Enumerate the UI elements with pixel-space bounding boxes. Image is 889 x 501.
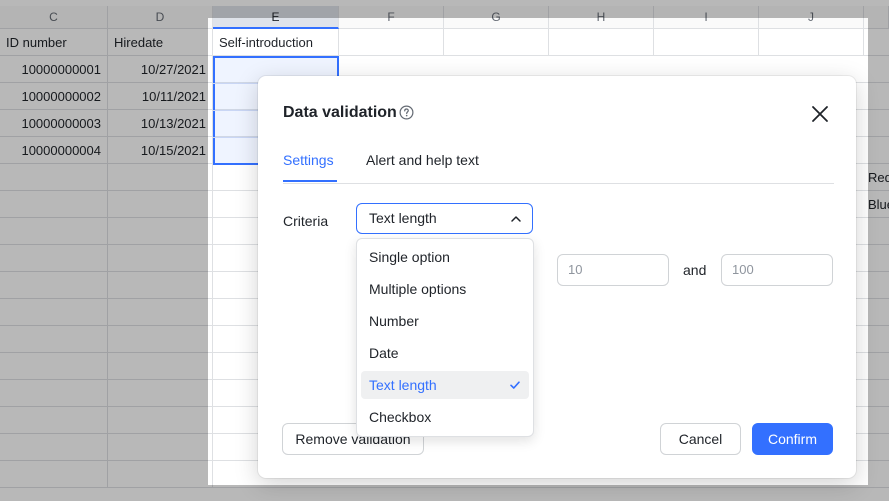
check-icon — [510, 381, 520, 389]
modal-backdrop — [208, 485, 868, 501]
cancel-button[interactable]: Cancel — [660, 423, 741, 455]
cell[interactable] — [654, 29, 759, 56]
menu-item-multiple-options[interactable]: Multiple options — [361, 275, 529, 303]
cell[interactable] — [339, 29, 444, 56]
modal-backdrop — [868, 0, 889, 501]
tab-alert-help-text[interactable]: Alert and help text — [366, 152, 479, 168]
close-icon[interactable] — [808, 102, 832, 126]
help-circle-icon[interactable] — [399, 105, 414, 120]
menu-item-single-option[interactable]: Single option — [361, 243, 529, 271]
menu-item-text-length[interactable]: Text length — [361, 371, 529, 399]
menu-item-number[interactable]: Number — [361, 307, 529, 335]
modal-backdrop — [208, 0, 868, 18]
max-length-input[interactable]: 100 — [721, 254, 833, 286]
chevron-up-icon — [511, 216, 521, 222]
dialog-tabs: Settings Alert and help text — [283, 146, 834, 184]
confirm-button[interactable]: Confirm — [752, 423, 833, 455]
criteria-select[interactable]: Text length — [356, 203, 533, 234]
menu-item-checkbox[interactable]: Checkbox — [361, 403, 529, 431]
criteria-dropdown-menu: Single option Multiple options Number Da… — [356, 238, 534, 437]
menu-item-label: Text length — [369, 377, 437, 393]
active-tab-indicator — [283, 180, 337, 182]
tab-settings[interactable]: Settings — [283, 152, 334, 168]
cell-self-intro-header[interactable]: Self-introduction — [213, 29, 339, 56]
criteria-select-value: Text length — [369, 210, 437, 226]
cell[interactable] — [549, 29, 654, 56]
criteria-label: Criteria — [283, 213, 329, 229]
cell[interactable] — [759, 29, 864, 56]
menu-item-date[interactable]: Date — [361, 339, 529, 367]
cell[interactable] — [444, 29, 549, 56]
min-length-input[interactable]: 10 — [557, 254, 669, 286]
range-and-label: and — [683, 262, 707, 278]
modal-backdrop — [0, 0, 208, 501]
dialog-title: Data validation — [283, 104, 397, 121]
data-validation-dialog: Data validation Settings Alert and help … — [258, 76, 856, 478]
